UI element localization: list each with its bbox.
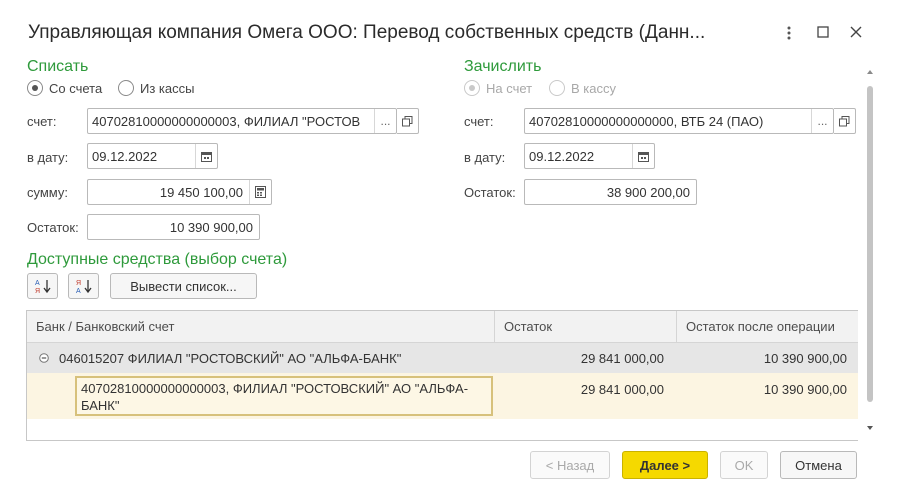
debit-account-label: счет:	[27, 114, 57, 129]
scroll-thumb[interactable]	[867, 86, 873, 402]
row-after: 10 390 900,00	[763, 381, 847, 397]
credit-date-field[interactable]: 09.12.2022	[524, 143, 655, 169]
calendar-icon[interactable]	[632, 144, 654, 168]
debit-radio-cash[interactable]: Из кассы	[118, 80, 194, 96]
row-account[interactable]: 40702810000000000003, ФИЛИАЛ "РОСТОВСКИЙ…	[75, 376, 493, 416]
debit-sum-field[interactable]: 19 450 100,00	[87, 179, 272, 205]
table-header: Банк / Банковский счет Остаток Остаток п…	[27, 311, 858, 343]
debit-radio-account[interactable]: Со счета	[27, 80, 102, 96]
credit-date-value[interactable]: 09.12.2022	[525, 149, 632, 164]
sort-descending-icon: ЯА	[76, 280, 92, 294]
debit-section-title: Списать	[27, 58, 89, 75]
more-icon[interactable]	[778, 22, 800, 44]
radio-unchecked-disabled-icon	[549, 80, 565, 96]
output-list-button[interactable]: Вывести список...	[110, 273, 257, 299]
debit-balance-label: Остаток:	[27, 220, 79, 235]
select-ellipsis-icon[interactable]: ...	[811, 109, 833, 133]
credit-account-field[interactable]: 40702810000000000000, ВТБ 24 (ПАО) ...	[524, 108, 834, 134]
open-icon[interactable]	[834, 108, 856, 134]
credit-radio-account: На счет	[464, 80, 532, 96]
credit-radio-account-label: На счет	[486, 80, 533, 96]
scroll-up-icon	[867, 70, 873, 74]
column-header-balance[interactable]: Остаток	[494, 311, 676, 343]
column-header-after[interactable]: Остаток после операции	[676, 311, 858, 343]
scroll-down-icon	[867, 426, 873, 430]
sort-ascending-icon: АЯ	[35, 280, 51, 294]
svg-text:Я: Я	[35, 288, 40, 294]
vertical-scrollbar[interactable]	[864, 68, 876, 434]
debit-radio-cash-label: Из кассы	[140, 80, 195, 96]
radio-checked-disabled-icon	[464, 80, 480, 96]
next-button[interactable]: Далее >	[622, 451, 708, 479]
column-header-bank[interactable]: Банк / Банковский счет	[27, 311, 494, 343]
group-balance: 29 841 000,00	[580, 350, 664, 366]
debit-date-field[interactable]: 09.12.2022	[87, 143, 218, 169]
table-row[interactable]: 40702810000000000003, ФИЛИАЛ "РОСТОВСКИЙ…	[27, 373, 858, 419]
debit-sum-value[interactable]: 19 450 100,00	[88, 185, 249, 200]
radio-unchecked-icon[interactable]	[118, 80, 134, 96]
select-ellipsis-icon[interactable]: ...	[374, 109, 396, 133]
collapse-icon[interactable]	[39, 343, 49, 373]
debit-date-value[interactable]: 09.12.2022	[88, 149, 195, 164]
debit-balance-value: 10 390 900,00	[169, 219, 253, 235]
available-section-title: Доступные средства (выбор счета)	[27, 251, 288, 268]
debit-date-label: в дату:	[27, 150, 69, 165]
window-title: Управляющая компания Омега ООО: Перевод …	[28, 22, 706, 43]
sort-descending-button[interactable]: ЯА	[68, 273, 99, 299]
credit-account-label: счет:	[464, 114, 494, 129]
svg-text:Я: Я	[76, 280, 81, 287]
group-bank-name: 046015207 ФИЛИАЛ "РОСТОВСКИЙ" АО "АЛЬФА-…	[59, 350, 402, 366]
table-group-row[interactable]: 046015207 ФИЛИАЛ "РОСТОВСКИЙ" АО "АЛЬФА-…	[27, 343, 858, 373]
open-icon[interactable]	[397, 108, 419, 134]
credit-balance-label: Остаток:	[464, 185, 516, 200]
group-after: 10 390 900,00	[763, 350, 847, 366]
row-balance: 29 841 000,00	[580, 381, 664, 397]
radio-checked-icon[interactable]	[27, 80, 43, 96]
credit-date-label: в дату:	[464, 150, 506, 165]
debit-balance-field: 10 390 900,00	[87, 214, 260, 240]
debit-account-field[interactable]: 40702810000000000003, ФИЛИАЛ "РОСТОВ ...	[87, 108, 397, 134]
debit-account-value[interactable]: 40702810000000000003, ФИЛИАЛ "РОСТОВ	[88, 114, 374, 129]
credit-radio-cash-label: В кассу	[571, 80, 616, 96]
svg-text:А: А	[76, 288, 81, 294]
ok-button[interactable]: OK	[720, 451, 768, 479]
calculator-icon[interactable]	[249, 180, 271, 204]
close-icon[interactable]	[845, 22, 867, 44]
cancel-button[interactable]: Отмена	[780, 451, 857, 479]
calendar-icon[interactable]	[195, 144, 217, 168]
credit-balance-field: 38 900 200,00	[524, 179, 697, 205]
sort-ascending-button[interactable]: АЯ	[27, 273, 58, 299]
debit-radio-account-label: Со счета	[49, 80, 103, 96]
credit-account-value[interactable]: 40702810000000000000, ВТБ 24 (ПАО)	[525, 114, 811, 129]
credit-balance-value: 38 900 200,00	[606, 184, 690, 200]
credit-radio-cash: В кассу	[549, 80, 616, 96]
svg-text:А: А	[35, 280, 40, 287]
back-button[interactable]: < Назад	[530, 451, 610, 479]
credit-section-title: Зачислить	[464, 58, 542, 75]
maximize-icon[interactable]	[812, 22, 834, 44]
accounts-table: Банк / Банковский счет Остаток Остаток п…	[26, 310, 858, 441]
debit-sum-label: сумму:	[27, 185, 68, 200]
